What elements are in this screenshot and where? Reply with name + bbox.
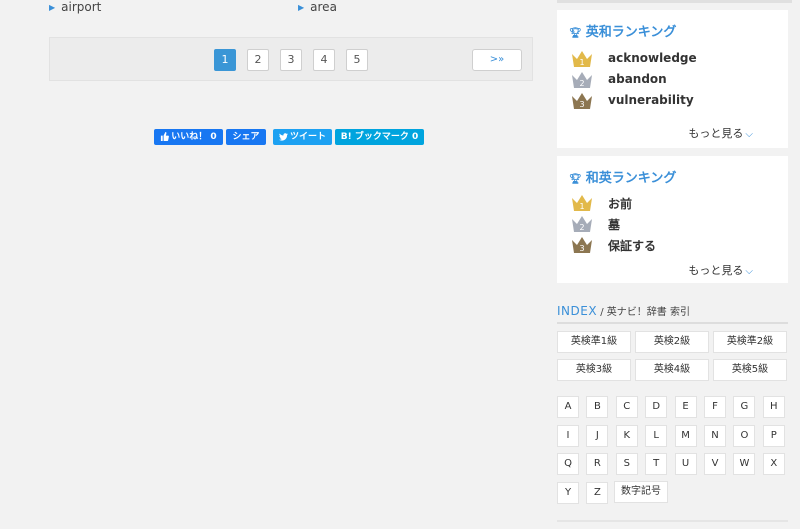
chevron-down-icon: ⌵ <box>745 129 753 140</box>
page-4-button[interactable]: 4 <box>313 49 335 71</box>
letter-button-s[interactable]: S <box>615 453 638 475</box>
page-2-button[interactable]: 2 <box>247 49 269 71</box>
ranking-en-more-link[interactable]: もっと見る ⌵ <box>688 125 753 141</box>
grade-button-pre1[interactable]: 英検準1級 <box>557 331 631 353</box>
letter-button-o[interactable]: O <box>733 424 756 447</box>
svg-text:2: 2 <box>579 223 584 232</box>
crown-bronze-icon: 3 <box>572 237 592 253</box>
trophy-icon: 🏆︎ <box>569 28 582 39</box>
trophy-icon: 🏆︎ <box>569 174 582 185</box>
letter-button-v[interactable]: V <box>704 453 726 475</box>
grade-button-2[interactable]: 英検2級 <box>635 331 709 353</box>
svg-text:3: 3 <box>579 244 584 253</box>
letter-button-e[interactable]: E <box>674 396 697 418</box>
ranking-word[interactable]: お前 <box>608 195 632 212</box>
page-5-button[interactable]: 5 <box>346 49 368 71</box>
letter-button-j[interactable]: J <box>586 424 609 447</box>
twitter-bird-icon <box>278 133 288 141</box>
letter-button-d[interactable]: D <box>645 396 668 418</box>
letter-button-k[interactable]: K <box>615 424 638 447</box>
index-heading: INDEX / 英ナビ！辞書 索引 <box>557 300 788 324</box>
letter-button-f[interactable]: F <box>704 396 726 418</box>
tweet-button[interactable]: ツイート <box>273 129 332 145</box>
letter-button-x[interactable]: X <box>762 453 785 475</box>
facebook-share-button[interactable]: シェア <box>226 129 266 145</box>
letter-button-r[interactable]: R <box>586 453 609 475</box>
grade-button-3[interactable]: 英検3級 <box>557 359 631 381</box>
svg-text:1: 1 <box>579 58 584 67</box>
letter-button-q[interactable]: Q <box>557 453 579 475</box>
ranking-word[interactable]: 保証する <box>608 237 656 254</box>
page-3-button[interactable]: 3 <box>280 49 302 71</box>
crown-gold-icon: 1 <box>572 51 592 67</box>
svg-text:2: 2 <box>579 79 584 88</box>
hatena-bookmark-button[interactable]: B! ブックマーク 0 <box>335 129 424 145</box>
ranking-word[interactable]: vulnerability <box>608 93 694 107</box>
ranking-en-panel: 🏆︎ 英和ランキング 1 acknowledge 2 abandon 3 vuln… <box>557 10 788 148</box>
triangle-right-icon: ▶ <box>49 3 56 12</box>
letter-button-w[interactable]: W <box>733 453 756 475</box>
sidebar: 🏆︎ 英和ランキング 1 acknowledge 2 abandon 3 vuln… <box>550 0 800 529</box>
ranking-en-title: 🏆︎ 英和ランキング <box>569 25 677 40</box>
letter-button-z[interactable]: Z <box>586 481 609 504</box>
ranking-ja-more-link[interactable]: もっと見る ⌵ <box>688 262 753 278</box>
ranking-ja-title: 🏆︎ 和英ランキング <box>569 171 677 186</box>
letter-button-b[interactable]: B <box>586 396 609 418</box>
letter-button-u[interactable]: U <box>674 453 697 475</box>
numbers-symbols-button[interactable]: 数字記号 <box>614 481 668 503</box>
triangle-right-icon: ▶ <box>298 3 305 12</box>
ranking-word[interactable]: abandon <box>608 72 667 86</box>
last-page-button[interactable]: >» <box>472 49 522 71</box>
main-column: ▶ airport ▶ area 1 2 3 4 5 >» いいね！ 0 シェア ツ… <box>0 0 550 529</box>
chevron-down-icon: ⌵ <box>745 266 753 277</box>
grade-button-4[interactable]: 英検4級 <box>635 359 709 381</box>
svg-text:3: 3 <box>579 100 584 109</box>
divider <box>557 520 788 522</box>
word-link-airport[interactable]: ▶ airport <box>49 0 101 14</box>
grade-button-5[interactable]: 英検5級 <box>713 359 787 381</box>
crown-gold-icon: 1 <box>572 195 592 211</box>
grade-button-pre2[interactable]: 英検準2級 <box>713 331 787 353</box>
crown-silver-icon: 2 <box>572 72 592 88</box>
divider <box>557 0 792 3</box>
thumbs-up-icon <box>161 132 170 141</box>
facebook-like-button[interactable]: いいね！ 0 <box>154 129 223 145</box>
letter-button-c[interactable]: C <box>615 396 638 418</box>
ranking-word[interactable]: acknowledge <box>608 51 697 65</box>
page-1-button[interactable]: 1 <box>214 49 236 71</box>
letter-button-a[interactable]: A <box>557 396 579 418</box>
ranking-ja-panel: 🏆︎ 和英ランキング 1 お前 2 墓 3 保証する もっと見る ⌵ <box>557 156 788 283</box>
ranking-word[interactable]: 墓 <box>608 216 620 233</box>
letter-button-g[interactable]: G <box>733 396 756 418</box>
letter-button-t[interactable]: T <box>645 453 668 475</box>
letter-button-l[interactable]: L <box>645 424 668 447</box>
letter-button-i[interactable]: I <box>557 424 579 447</box>
svg-text:1: 1 <box>579 202 584 211</box>
letter-button-h[interactable]: H <box>762 396 785 418</box>
letter-button-m[interactable]: M <box>674 424 697 447</box>
pagination: 1 2 3 4 5 >» <box>49 37 533 81</box>
letter-button-y[interactable]: Y <box>557 481 579 504</box>
word-link-area[interactable]: ▶ area <box>298 0 337 14</box>
crown-silver-icon: 2 <box>572 216 592 232</box>
crown-bronze-icon: 3 <box>572 93 592 109</box>
letter-button-p[interactable]: P <box>762 424 785 447</box>
letter-button-n[interactable]: N <box>704 424 726 447</box>
